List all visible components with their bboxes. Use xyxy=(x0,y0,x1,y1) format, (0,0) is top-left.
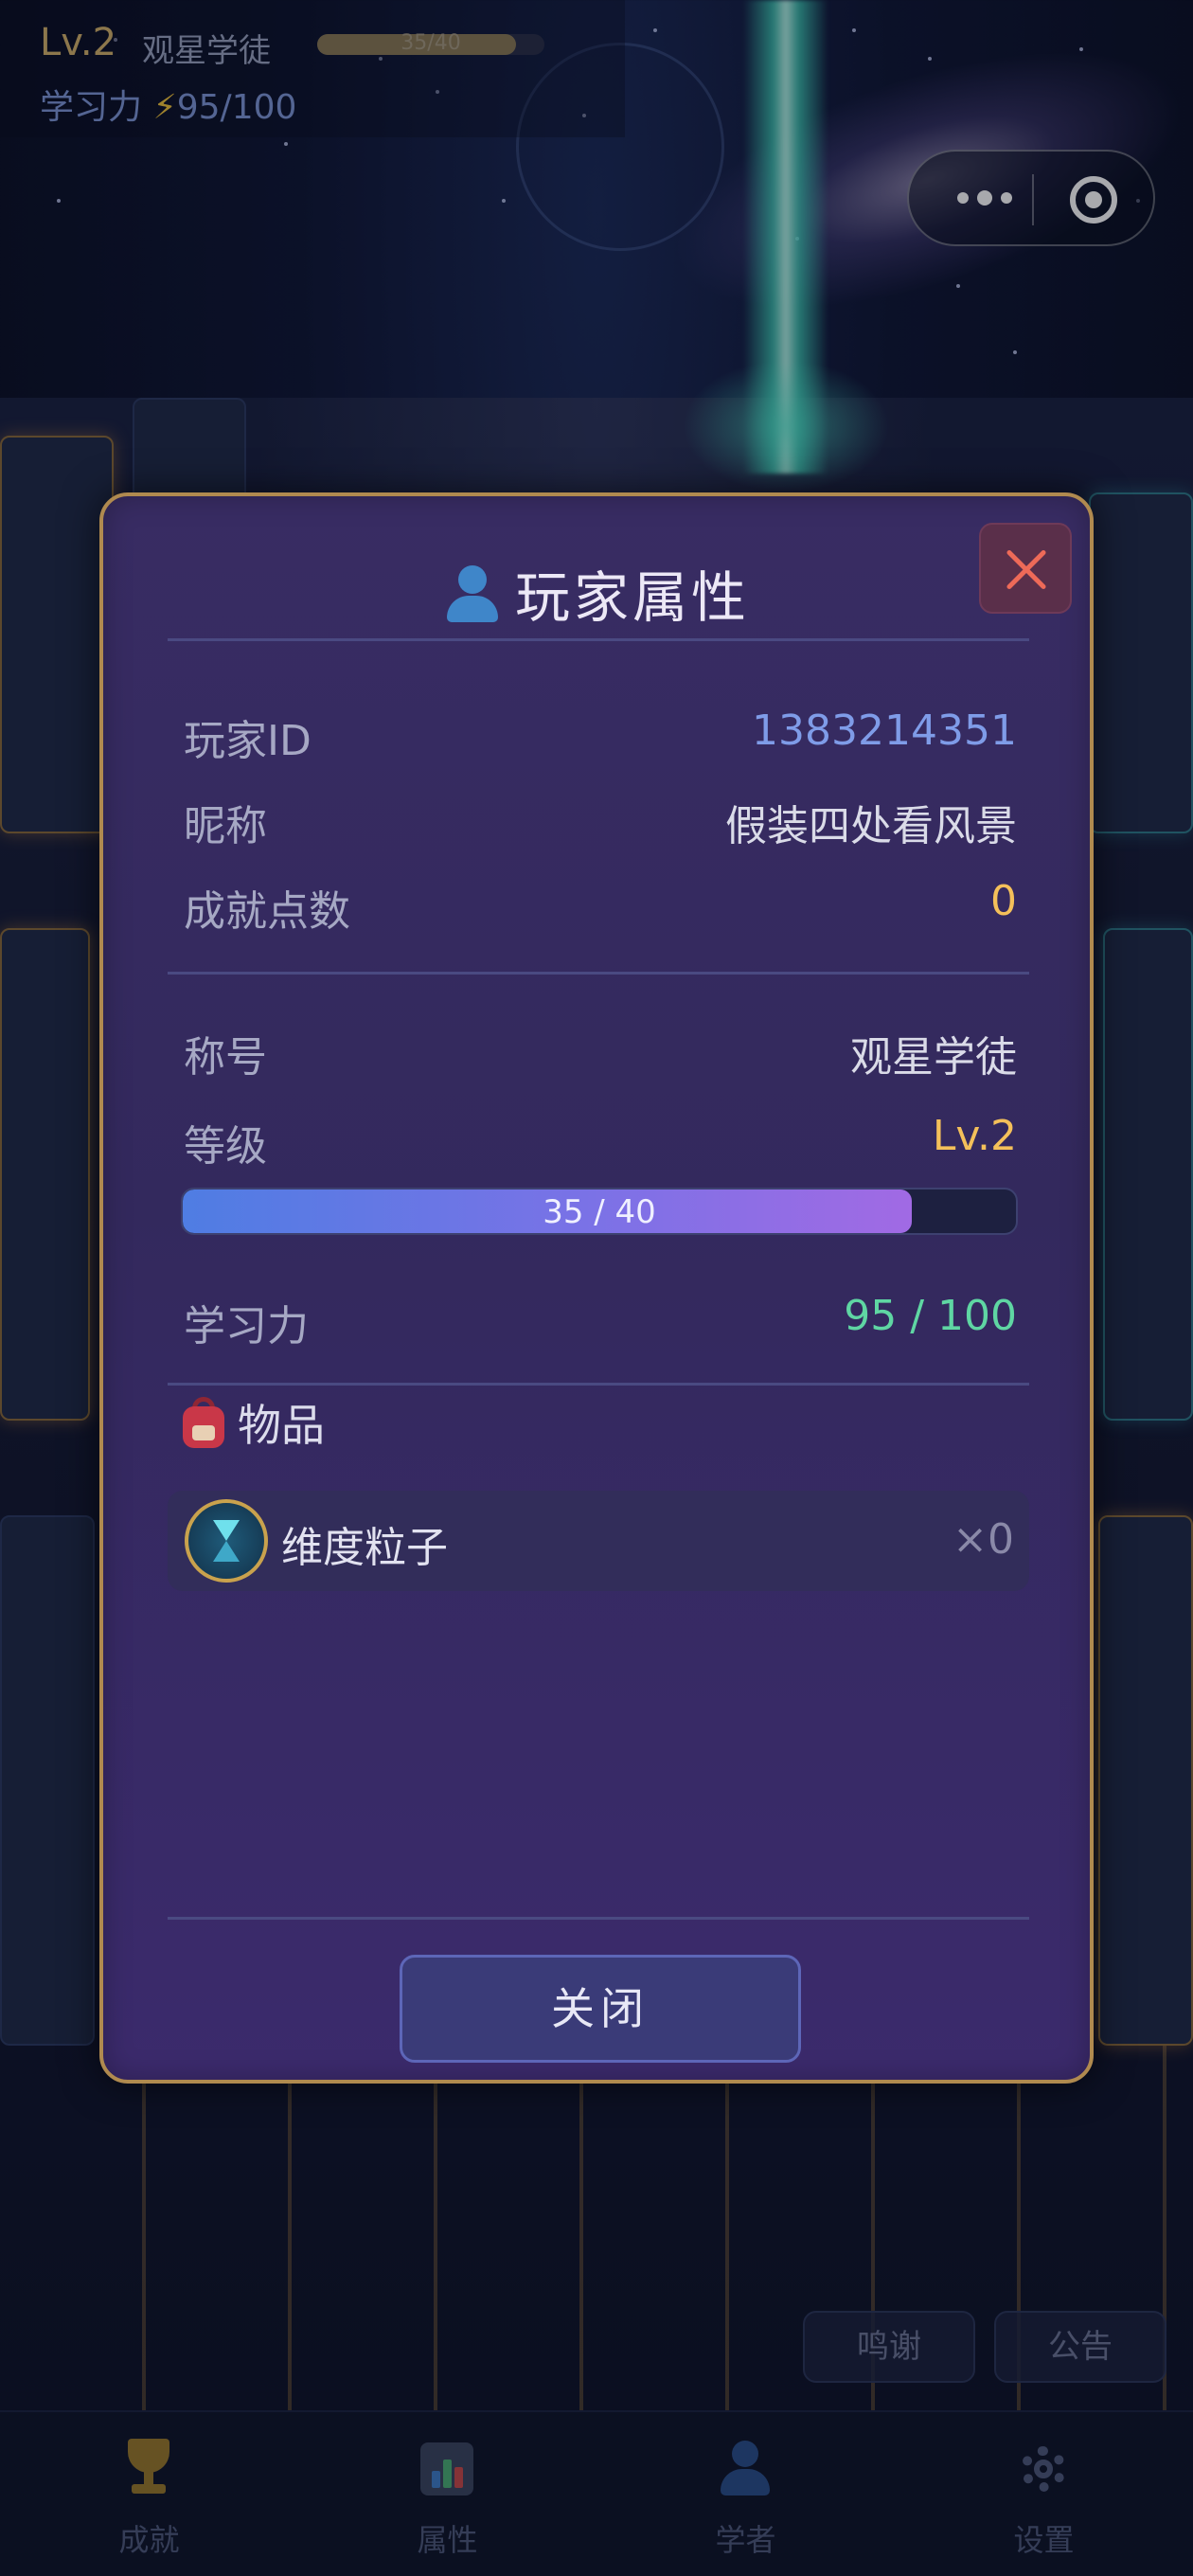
nickname-row: 昵称 假装四处看风景 xyxy=(184,792,1017,850)
divider xyxy=(168,638,1029,641)
level-value: Lv.2 xyxy=(932,1112,1017,1160)
rank-label: 称号 xyxy=(184,1033,267,1082)
achievement-points-row: 成就点数 0 xyxy=(184,877,1017,936)
items-header: 物品 xyxy=(181,1394,325,1451)
nickname-value: 假装四处看风景 xyxy=(725,802,1017,850)
study-power-value: 95 / 100 xyxy=(844,1292,1017,1340)
close-button[interactable]: 关闭 xyxy=(400,1955,801,2063)
backpack-icon xyxy=(181,1397,226,1448)
dialog-title: 玩家属性 xyxy=(514,565,750,630)
nickname-label: 昵称 xyxy=(184,802,267,850)
divider xyxy=(168,1917,1029,1920)
player-id-label: 玩家ID xyxy=(184,717,312,765)
item-name: 维度粒子 xyxy=(281,1524,448,1572)
rank-value: 观星学徒 xyxy=(850,1033,1017,1082)
xp-progress-bar: 35 / 40 xyxy=(181,1188,1018,1235)
study-power-label: 学习力 xyxy=(184,1302,309,1351)
player-id-value: 1383214351 xyxy=(752,707,1017,755)
xp-progress-text: 35 / 40 xyxy=(543,1193,656,1231)
achievement-points-label: 成就点数 xyxy=(184,887,350,936)
dialog-header: 玩家属性 xyxy=(103,555,1090,631)
achievement-points-value: 0 xyxy=(990,877,1017,925)
level-row: 等级 Lv.2 xyxy=(184,1112,1017,1171)
inventory-item[interactable]: 维度粒子 ×0 xyxy=(168,1491,1029,1591)
divider xyxy=(168,972,1029,975)
player-id-row: 玩家ID 1383214351 xyxy=(184,707,1017,765)
player-attributes-dialog: 玩家属性 玩家ID 1383214351 昵称 假装四处看风景 成就点数 0 称… xyxy=(99,492,1094,2084)
study-power-row: 学习力 95 / 100 xyxy=(184,1292,1017,1351)
item-count: ×0 xyxy=(953,1515,1014,1564)
close-x-button[interactable] xyxy=(979,523,1072,614)
rank-row: 称号 观星学徒 xyxy=(184,1023,1017,1082)
items-title: 物品 xyxy=(238,1400,325,1451)
level-label: 等级 xyxy=(184,1122,267,1171)
hourglass-icon xyxy=(185,1499,268,1583)
divider xyxy=(168,1383,1029,1386)
user-icon xyxy=(443,564,502,622)
